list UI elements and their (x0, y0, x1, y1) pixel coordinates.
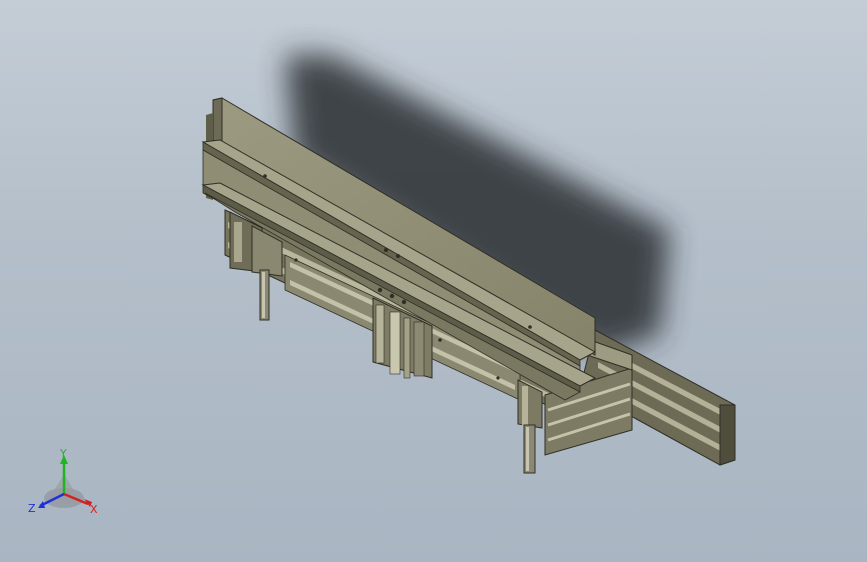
triad-z-label: Z (28, 502, 36, 515)
coordinate-triad[interactable]: Y X Z (24, 446, 104, 526)
conveyor-model[interactable] (0, 0, 867, 562)
right-support (517, 379, 543, 474)
triad-x-label: X (90, 503, 98, 516)
triad-y-label: Y (60, 447, 67, 460)
cad-viewport[interactable]: Y X Z (0, 0, 867, 562)
